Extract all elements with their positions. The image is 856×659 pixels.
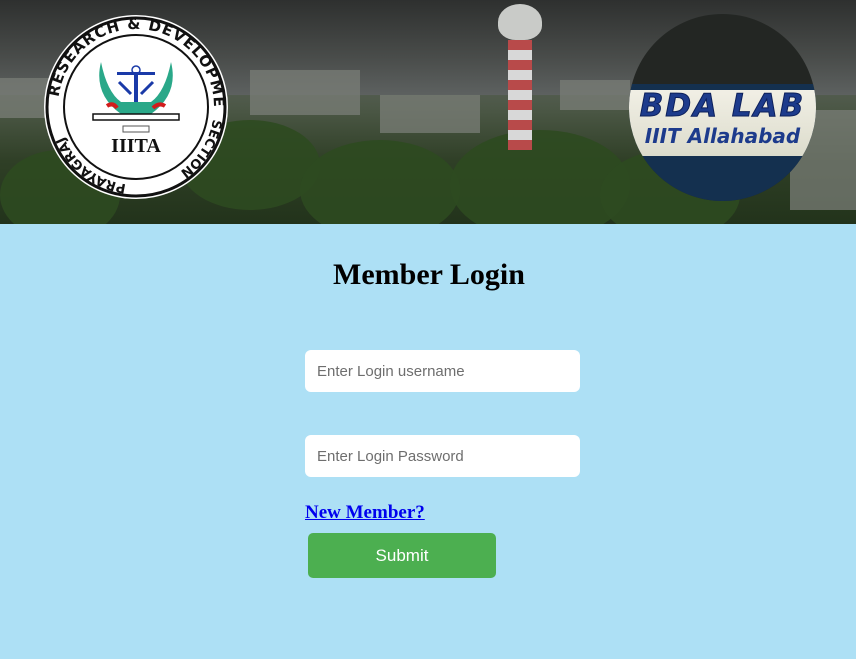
bda-logo-line2: IIIT Allahabad — [644, 124, 801, 148]
iiita-logo: RESEARCH & DEVELOPMENT SECTION PRAYAGRAJ… — [43, 14, 228, 199]
submit-button[interactable]: Submit — [308, 533, 496, 578]
banner-tree — [300, 140, 460, 224]
banner-building — [560, 80, 630, 110]
username-input[interactable] — [305, 350, 580, 392]
bda-logo-line1: BDA LAB — [639, 88, 806, 125]
water-tower — [508, 40, 532, 150]
banner-building — [380, 95, 480, 133]
water-tower-top — [498, 4, 542, 40]
banner-building — [250, 70, 360, 115]
password-input[interactable] — [305, 435, 580, 477]
bda-lab-logo: BDA LAB IIIT Allahabad — [629, 14, 816, 201]
page-title: Member Login — [333, 258, 525, 291]
logo-center-text: IIITA — [111, 135, 161, 157]
header-banner: RESEARCH & DEVELOPMENT SECTION PRAYAGRAJ… — [0, 0, 856, 224]
new-member-link[interactable]: New Member? — [305, 502, 425, 524]
